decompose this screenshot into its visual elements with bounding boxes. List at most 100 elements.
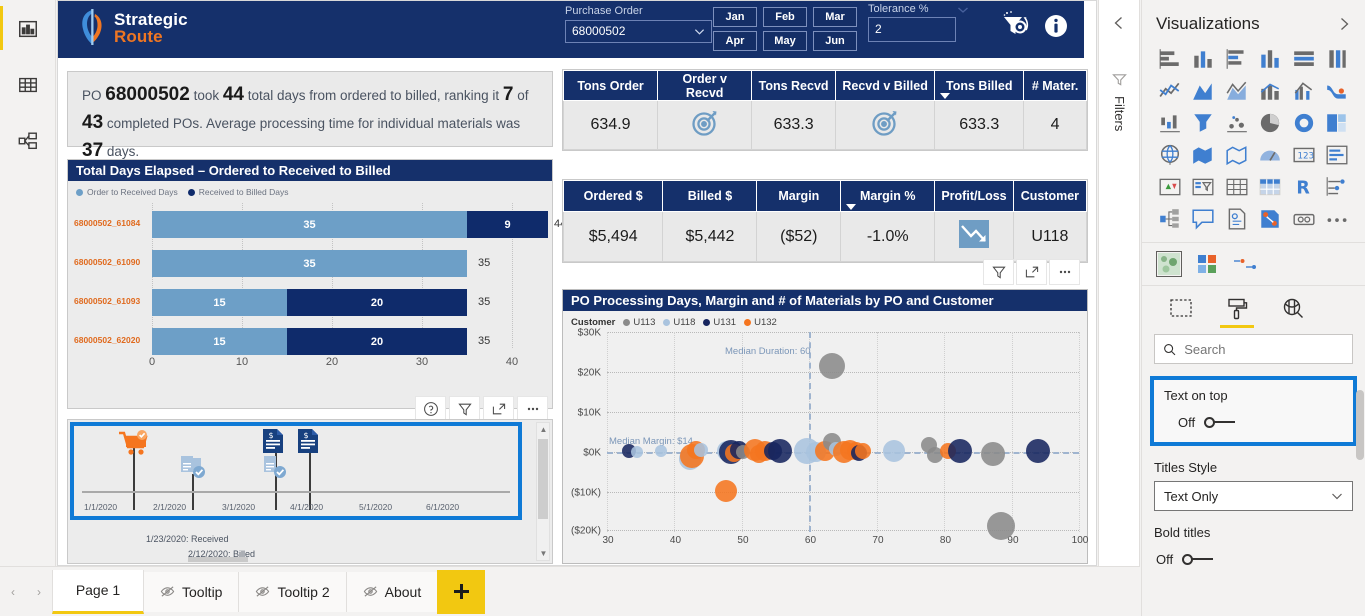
month-button-mar[interactable]: Mar: [813, 7, 857, 27]
scatter-bubble[interactable]: [948, 439, 973, 464]
financials-kpi-table[interactable]: Ordered $ Billed $ Margin Margin % Profi…: [562, 179, 1088, 263]
col-customer[interactable]: Customer: [1012, 179, 1088, 213]
invoice-billed-icon-2[interactable]: $: [295, 428, 321, 459]
100-stacked-column-chart-icon[interactable]: [1322, 46, 1354, 72]
legend-item-u132[interactable]: U132: [744, 317, 777, 328]
col-billed-dollars[interactable]: Billed $: [662, 179, 758, 213]
timeline-vertical-scrollbar[interactable]: ▲ ▼: [536, 422, 550, 561]
bar-row-62020[interactable]: 68000502_62020 15 20 35: [68, 328, 552, 355]
cart-ordered-icon[interactable]: [117, 430, 149, 463]
tons-kpi-table[interactable]: Tons Order Order v Recvd Tons Recvd Recv…: [562, 69, 1088, 151]
kpi-filter-icon[interactable]: [983, 259, 1014, 285]
kpi-icon[interactable]: [1154, 174, 1186, 200]
month-button-may[interactable]: May: [763, 31, 807, 51]
tolerance-chevron-down-icon[interactable]: [957, 5, 969, 15]
scrollbar-thumb[interactable]: [538, 439, 548, 519]
month-button-jan[interactable]: Jan: [713, 7, 757, 27]
donut-chart-icon[interactable]: [1288, 110, 1320, 136]
bar-row-61093[interactable]: 68000502_61093 15 20 35: [68, 289, 552, 316]
ribbon-chart-icon[interactable]: [1322, 78, 1354, 104]
fields-tab[interactable]: [1166, 294, 1196, 324]
kpi-focus-mode-icon[interactable]: [1016, 259, 1047, 285]
card-icon[interactable]: 123: [1288, 142, 1320, 168]
legend-item-u113[interactable]: U113: [623, 317, 655, 328]
legend-item-received-to-billed[interactable]: Received to Billed Days: [187, 187, 288, 197]
scatter-bubble[interactable]: [819, 353, 846, 379]
smart-narrative-icon[interactable]: [1221, 206, 1253, 232]
add-page-button[interactable]: [437, 569, 486, 614]
scatter-bubble[interactable]: [1025, 439, 1050, 464]
kpi-more-options-icon[interactable]: [1049, 259, 1080, 285]
multi-row-card-icon[interactable]: [1322, 142, 1354, 168]
format-pane-scrollbar[interactable]: [1356, 390, 1364, 460]
scatter-bubble[interactable]: [767, 439, 792, 464]
format-search-box[interactable]: [1154, 334, 1353, 364]
scatter-chart-icon[interactable]: [1221, 110, 1253, 136]
chevron-left-icon[interactable]: [1112, 16, 1126, 30]
info-icon[interactable]: [1044, 14, 1068, 43]
line-stacked-column-chart-icon[interactable]: [1255, 78, 1287, 104]
key-influencers-icon[interactable]: [1322, 174, 1354, 200]
more-visuals-icon[interactable]: [1322, 206, 1354, 232]
decomposition-tree-icon[interactable]: [1154, 206, 1186, 232]
paginated-report-icon[interactable]: [1255, 206, 1287, 232]
q-and-a-icon[interactable]: [1188, 206, 1220, 232]
table-row[interactable]: 634.9 633.3 633.3 4: [562, 100, 1087, 150]
text-on-top-switch[interactable]: [1202, 416, 1236, 429]
clustered-column-chart-icon[interactable]: [1255, 46, 1287, 72]
page-tab-page-1[interactable]: Page 1: [52, 569, 144, 614]
line-chart-icon[interactable]: [1154, 78, 1186, 104]
line-clustered-column-chart-icon[interactable]: [1288, 78, 1320, 104]
legend-item-u118[interactable]: U118: [663, 317, 695, 328]
clustered-bar-chart-icon[interactable]: [1221, 46, 1253, 72]
scatter-bubble[interactable]: [714, 480, 737, 503]
reset-filters-icon[interactable]: [998, 9, 1032, 48]
treemap-icon[interactable]: [1322, 110, 1354, 136]
next-page-arrow[interactable]: ›: [26, 567, 52, 616]
col-profit-loss[interactable]: Profit/Loss: [934, 179, 1014, 213]
get-more-visuals-icon[interactable]: [1232, 251, 1258, 277]
scatter-bubble[interactable]: [883, 440, 906, 463]
visual-gallery-thumbnail[interactable]: [1156, 251, 1182, 277]
bar-row-61084[interactable]: 68000502_61084 35 9 44: [68, 211, 566, 238]
model-view-icon[interactable]: [0, 116, 56, 166]
analytics-tab[interactable]: [1278, 294, 1308, 324]
month-button-apr[interactable]: Apr: [713, 31, 757, 51]
col-order-v-recvd[interactable]: Order v Recvd: [657, 69, 753, 102]
page-tab-about[interactable]: About: [345, 571, 439, 612]
data-view-icon[interactable]: [0, 60, 56, 110]
page-tab-tooltip-2[interactable]: Tooltip 2: [238, 571, 347, 612]
bar-row-61090[interactable]: 68000502_61090 35 35: [68, 250, 552, 277]
titles-style-dropdown[interactable]: Text Only: [1154, 481, 1353, 511]
tolerance-input[interactable]: 2: [868, 17, 956, 42]
search-input[interactable]: [1184, 341, 1344, 357]
stacked-area-chart-icon[interactable]: [1221, 78, 1253, 104]
r-script-visual-icon[interactable]: R: [1288, 174, 1320, 200]
100-stacked-bar-chart-icon[interactable]: [1288, 46, 1320, 72]
map-icon[interactable]: [1154, 142, 1186, 168]
scatter-bubble[interactable]: [654, 445, 667, 458]
bold-titles-switch[interactable]: [1180, 553, 1214, 566]
stacked-bar-chart-icon[interactable]: [1154, 46, 1186, 72]
report-view-icon[interactable]: [0, 4, 56, 54]
visual-theme-icon[interactable]: [1194, 251, 1220, 277]
month-button-jun[interactable]: Jun: [813, 31, 857, 51]
purchase-order-dropdown[interactable]: 68000502: [565, 20, 712, 43]
filters-pane-collapsed[interactable]: Filters: [1098, 0, 1140, 566]
prev-page-arrow[interactable]: ‹: [0, 567, 26, 616]
col-ordered-dollars[interactable]: Ordered $: [562, 179, 664, 213]
col-margin-pct[interactable]: Margin %: [840, 179, 936, 213]
col-margin[interactable]: Margin: [756, 179, 842, 213]
metrics-icon[interactable]: [1288, 206, 1320, 232]
timeline-horizontal-scrollbar[interactable]: [188, 557, 248, 562]
legend-item-order-to-received[interactable]: Order to Received Days: [76, 187, 178, 197]
scatter-bubble[interactable]: [855, 443, 872, 460]
col-tons-recvd[interactable]: Tons Recvd: [751, 69, 836, 102]
format-tab[interactable]: [1220, 294, 1254, 328]
scroll-up-arrow-icon[interactable]: ▲: [539, 425, 548, 434]
waterfall-chart-icon[interactable]: [1154, 110, 1186, 136]
doc-received-icon[interactable]: [179, 454, 209, 487]
page-tab-tooltip[interactable]: Tooltip: [143, 571, 240, 612]
month-button-feb[interactable]: Feb: [763, 7, 807, 27]
filled-map-icon[interactable]: [1188, 142, 1220, 168]
